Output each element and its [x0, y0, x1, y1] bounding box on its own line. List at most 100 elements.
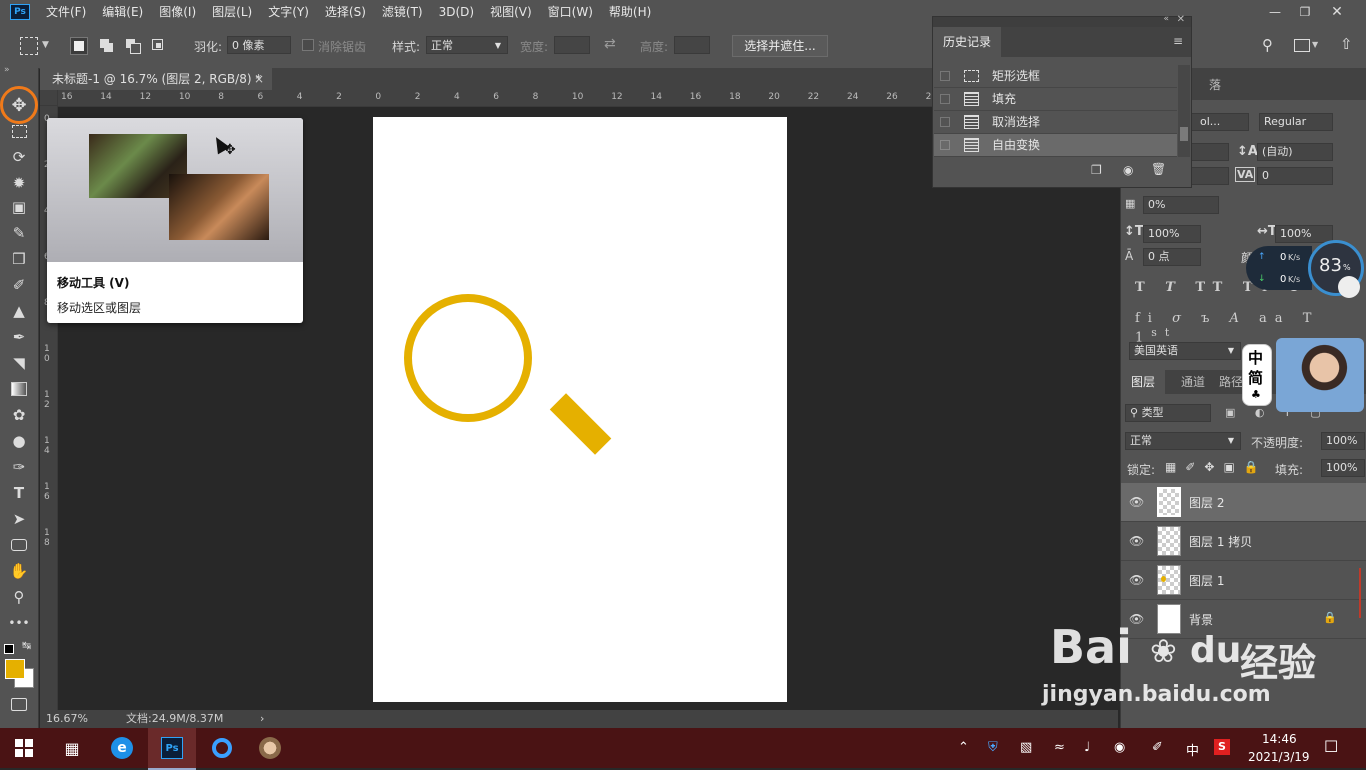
history-item[interactable]: 取消选择 — [934, 111, 1177, 134]
restore-icon[interactable]: ❐ — [1290, 0, 1320, 24]
chevron-down-icon[interactable]: ▼ — [1312, 40, 1318, 49]
dodge-tool-icon[interactable]: ● — [7, 430, 31, 452]
history-item[interactable]: 矩形选框 — [934, 65, 1177, 88]
intersect-selection-icon[interactable] — [150, 37, 168, 55]
photo-app-icon[interactable] — [246, 728, 294, 768]
collapse-icon[interactable]: » — [4, 65, 10, 75]
blend-mode-select[interactable]: 正常 ▼ — [1125, 432, 1241, 450]
layer-row-selected[interactable]: 👁 图层 2 — [1121, 483, 1366, 522]
qq-icon[interactable]: ◉ — [1114, 740, 1125, 755]
ime-badge[interactable]: 中 简 ♣ — [1242, 344, 1272, 406]
collapse-icon[interactable]: « — [1163, 14, 1169, 24]
workspace-icon[interactable] — [1294, 39, 1310, 52]
tab-channels[interactable]: 通道 — [1173, 370, 1213, 394]
minimize-icon[interactable]: — — [1260, 0, 1290, 24]
history-tab[interactable]: 历史记录 — [933, 27, 1001, 57]
tracking-select[interactable]: 0 — [1257, 167, 1333, 185]
trash-icon[interactable]: 🗑 — [1151, 162, 1166, 176]
close-tab-icon[interactable]: × — [254, 68, 264, 90]
more-tools-icon[interactable]: ••• — [7, 612, 31, 634]
close-window-icon[interactable]: ✕ — [1322, 0, 1352, 24]
fill-input[interactable]: 100% — [1321, 459, 1365, 477]
clock-date[interactable]: 2021/3/19 — [1248, 750, 1310, 764]
notification-icon[interactable]: ☐ — [1324, 737, 1338, 756]
menu-layer[interactable]: 图层(L) — [204, 0, 260, 24]
search-icon[interactable]: ⚲ — [1262, 36, 1273, 54]
layer-name[interactable]: 图层 1 拷贝 — [1189, 533, 1252, 550]
menu-3d[interactable]: 3D(D) — [431, 0, 482, 24]
default-colors-icon[interactable] — [4, 644, 14, 654]
width-input[interactable] — [554, 36, 590, 54]
tray-expand-icon[interactable]: ⌃ — [958, 740, 969, 755]
security-shield-icon[interactable]: ⛨ — [988, 740, 998, 755]
pen-tool-icon[interactable]: ✑ — [7, 456, 31, 478]
opacity-input[interactable]: 100% — [1321, 432, 1365, 450]
leading-select[interactable]: (自动) — [1257, 143, 1333, 161]
clock-time[interactable]: 14:46 — [1262, 732, 1297, 746]
menu-file[interactable]: 文件(F) — [38, 0, 94, 24]
gradient-tool-icon[interactable] — [7, 378, 31, 400]
menu-help[interactable]: 帮助(H) — [601, 0, 659, 24]
antialias-checkbox[interactable] — [302, 39, 314, 51]
menu-window[interactable]: 窗口(W) — [540, 0, 601, 24]
share-icon[interactable]: ⇧ — [1340, 35, 1353, 53]
panel-menu-icon[interactable]: ≡ — [1173, 34, 1183, 48]
path-select-tool-icon[interactable]: ➤ — [7, 508, 31, 530]
history-scrollbar[interactable] — [1178, 65, 1190, 157]
eyedropper-tool-icon[interactable]: ✎ — [7, 222, 31, 244]
height-input[interactable] — [674, 36, 710, 54]
sogou-icon[interactable]: S — [1214, 739, 1230, 755]
subtract-selection-icon[interactable] — [124, 37, 142, 55]
opentype-buttons[interactable]: fi σ ъ A aa T 1st — [1135, 311, 1335, 345]
chevron-down-icon[interactable]: ▼ — [42, 40, 49, 50]
healing-brush-tool-icon[interactable]: ❒ — [7, 248, 31, 270]
new-selection-icon[interactable] — [70, 37, 88, 55]
history-item[interactable]: 填充 — [934, 88, 1177, 111]
shape-tool-icon[interactable] — [7, 534, 31, 556]
vertical-scale-input[interactable]: 100% — [1143, 225, 1201, 243]
layer-row[interactable]: 👁 图层 1 拷贝 — [1121, 522, 1366, 561]
camera-icon[interactable]: ◉ — [1123, 163, 1133, 177]
battery-icon[interactable]: ▧ — [1020, 740, 1032, 755]
marquee-tool-icon[interactable] — [7, 120, 31, 142]
quick-mask-icon[interactable] — [11, 698, 27, 711]
quick-select-tool-icon[interactable]: ✹ — [7, 172, 31, 194]
history-snapshot-checkbox[interactable] — [940, 140, 950, 150]
visibility-eye-icon[interactable]: 👁 — [1129, 534, 1145, 548]
swap-icon[interactable]: ⇄ — [604, 36, 616, 52]
layer-name[interactable]: 图层 1 — [1189, 572, 1224, 589]
volume-icon[interactable]: ♩ — [1084, 740, 1090, 755]
feather-input[interactable]: 0 像素 — [227, 36, 291, 54]
baseline-input[interactable]: 0 点 — [1143, 248, 1201, 266]
ime-indicator[interactable]: 中 — [1186, 740, 1199, 759]
history-item-selected[interactable]: 自由变换 — [934, 134, 1177, 157]
qq-browser-icon[interactable] — [198, 728, 246, 768]
language-select[interactable]: 美国英语 ▼ — [1129, 342, 1241, 360]
ie-browser-icon[interactable]: e — [98, 728, 146, 768]
style-select[interactable]: 正常 ▼ — [426, 36, 508, 54]
tab-layers[interactable]: 图层 — [1121, 370, 1165, 394]
task-view-icon[interactable]: ▦ — [48, 728, 96, 768]
start-button[interactable] — [0, 728, 48, 768]
layer-filter-select[interactable]: ⚲ 类型 — [1125, 404, 1211, 422]
history-snapshot-checkbox[interactable] — [940, 94, 950, 104]
blur-tool-icon[interactable]: ✿ — [7, 404, 31, 426]
visibility-eye-icon[interactable]: 👁 — [1129, 495, 1145, 509]
document-tab[interactable]: 未标题-1 @ 16.7% (图层 2, RGB/8) * × — [40, 68, 272, 90]
swap-colors-icon[interactable]: ↹ — [22, 639, 31, 652]
menu-edit[interactable]: 编辑(E) — [94, 0, 151, 24]
close-panel-icon[interactable]: ✕ — [1177, 14, 1185, 25]
select-and-mask-button[interactable]: 选择并遮住... — [732, 35, 828, 57]
paragraph-tab[interactable]: 落 — [1209, 76, 1221, 93]
brush-tool-icon[interactable]: ✐ — [7, 274, 31, 296]
hand-tool-icon[interactable]: ✋ — [7, 560, 31, 582]
marquee-tool-preset-icon[interactable] — [20, 37, 38, 55]
layer-name[interactable]: 图层 2 — [1189, 494, 1224, 511]
layer-row[interactable]: 👁 图层 1 — [1121, 561, 1366, 600]
move-tool-icon[interactable]: ✥ — [7, 94, 31, 116]
clone-stamp-tool-icon[interactable]: ▲ — [7, 300, 31, 322]
wifi-icon[interactable]: ≈ — [1054, 740, 1065, 755]
menu-select[interactable]: 选择(S) — [317, 0, 374, 24]
add-selection-icon[interactable] — [98, 37, 116, 55]
type-tool-icon[interactable]: T — [7, 482, 31, 504]
